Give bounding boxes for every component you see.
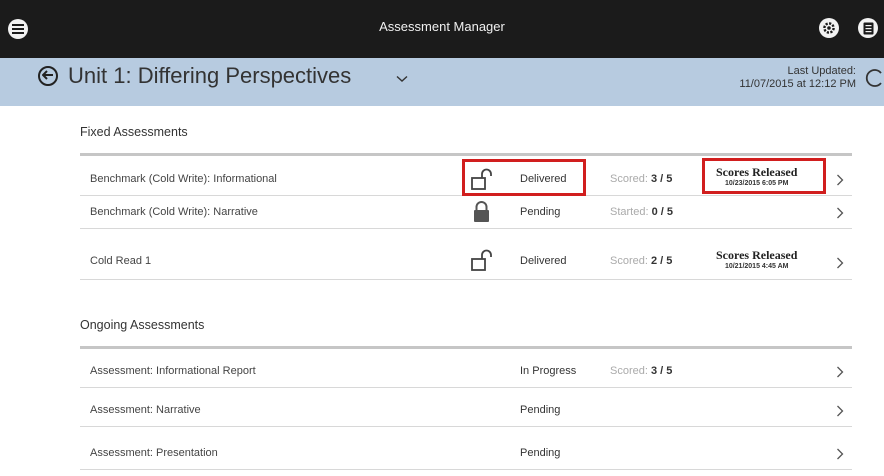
unlocked-padlock-icon[interactable] [471,168,493,195]
last-updated-value: 11/07/2015 at 12:12 PM [739,78,856,90]
score-value: 3 / 5 [650,365,673,377]
app-title: Assessment Manager [379,19,505,34]
assessment-name: Benchmark (Cold Write): Narrative [90,206,258,218]
score-label: Started: [610,206,649,218]
assessment-name: Benchmark (Cold Write): Informational [90,173,277,185]
section-divider [80,153,852,156]
score: Started: 0 / 5 [610,206,673,218]
score-label: Scored: [610,255,648,267]
assessment-name: Assessment: Presentation [90,447,218,459]
scores-released-title: Scores Released [716,248,798,262]
back-button[interactable] [38,66,58,86]
gear-icon [822,21,836,35]
score: Scored: 3 / 5 [610,365,672,377]
top-bar: Assessment Manager [0,0,884,58]
scores-released-date: 10/21/2015 4:45 AM [724,263,789,270]
book-icon [863,22,874,35]
locked-padlock-icon[interactable] [471,201,493,228]
scores-released: Scores Released 10/23/2015 6:05 PM [716,166,797,190]
assessment-row[interactable]: Assessment: Narrative Pending [80,394,852,427]
scores-released-title: Scores Released [716,165,798,179]
back-arrow-icon [41,67,54,85]
chevron-right-icon[interactable] [836,447,844,465]
assessment-name: Assessment: Narrative [90,404,201,416]
last-updated: Last Updated: 11/07/2015 at 12:12 PM [739,65,856,91]
status-label: Delivered [520,255,567,267]
assessment-row[interactable]: Cold Read 1 Delivered Scored: 2 / 5 Scor… [80,229,852,280]
section-ongoing-assessments: Ongoing Assessments [80,318,205,332]
page-title[interactable]: Unit 1: Differing Perspectives [68,63,351,89]
assessment-row[interactable]: Assessment: Informational Report In Prog… [80,355,852,388]
assessment-name: Assessment: Informational Report [90,365,256,377]
score-value: 2 / 5 [650,255,673,267]
status-label: Delivered [520,173,567,185]
refresh-icon[interactable] [865,69,883,92]
assessment-row[interactable]: Benchmark (Cold Write): Informational De… [80,163,852,196]
chevron-right-icon[interactable] [836,256,844,274]
chevron-right-icon[interactable] [836,365,844,383]
score-label: Scored: [610,365,648,377]
section-divider [80,346,852,349]
score-value: 0 / 5 [651,206,673,218]
score: Scored: 3 / 5 [610,173,672,185]
score-value: 3 / 5 [650,173,673,185]
last-updated-label: Last Updated: [787,65,857,77]
chevron-right-icon[interactable] [836,173,844,191]
section-fixed-assessments: Fixed Assessments [80,125,188,139]
chevron-right-icon[interactable] [836,206,844,224]
status-label: Pending [520,404,561,416]
scores-released: Scores Released 10/21/2015 4:45 AM [716,249,797,273]
status-label: Pending [520,206,561,218]
assessment-row[interactable]: Benchmark (Cold Write): Narrative Pendin… [80,196,852,229]
assessment-name: Cold Read 1 [90,255,152,267]
assessment-row[interactable]: Assessment: Presentation Pending [80,437,852,470]
scores-released-date: 10/23/2015 6:05 PM [725,180,789,187]
chevron-down-icon[interactable] [396,70,408,88]
score: Scored: 2 / 5 [610,255,672,267]
settings-button[interactable] [819,18,839,38]
unlocked-padlock-icon[interactable] [471,249,493,276]
status-label: Pending [520,447,561,459]
chevron-right-icon[interactable] [836,404,844,422]
book-button[interactable] [858,18,878,38]
score-label: Scored: [610,173,648,185]
status-label: In Progress [520,365,577,377]
